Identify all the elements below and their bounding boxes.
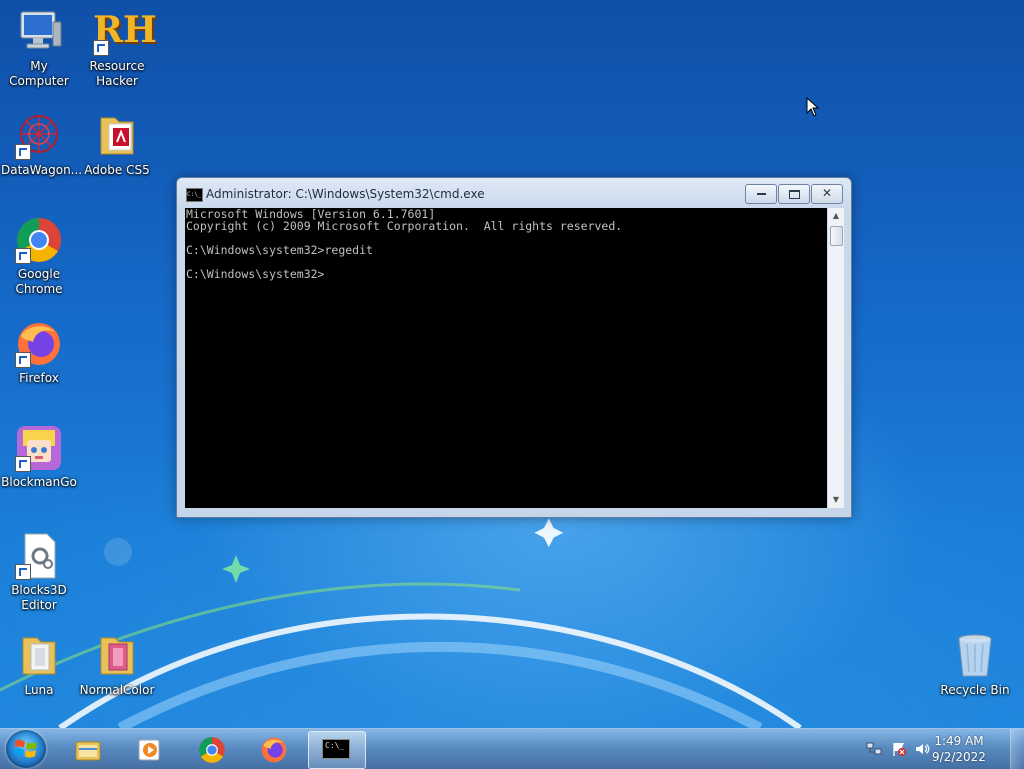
desktop-icon-label: Resource Hacker <box>89 59 145 88</box>
console-output[interactable]: Microsoft Windows [Version 6.1.7601] Cop… <box>185 208 827 508</box>
taskbar: C:\_ 1:49 AM 9/2/2022 <box>0 728 1024 769</box>
folder-icon <box>100 637 134 675</box>
desktop-icon-label: Google Chrome <box>15 267 63 296</box>
desktop-icon-recycle-bin[interactable]: Recycle Bin <box>937 632 1013 698</box>
media-player-icon <box>138 739 160 761</box>
show-desktop-button[interactable] <box>1010 729 1024 769</box>
desktop-icon-label: Blocks3D Editor <box>11 583 67 612</box>
cmd-icon: C:\_ <box>186 188 203 202</box>
close-icon: ✕ <box>821 186 833 200</box>
desktop-icon-datawagon[interactable]: DataWagon... <box>1 112 83 178</box>
shortcut-arrow-icon <box>15 248 31 264</box>
vertical-scrollbar[interactable]: ▲ ▼ <box>827 208 844 508</box>
chrome-icon <box>199 737 225 763</box>
scroll-down-icon[interactable]: ▼ <box>828 492 844 508</box>
cmd-window-titlebar[interactable]: C:\_ Administrator: C:\Windows\System32\… <box>177 178 851 208</box>
taskbar-explorer-button[interactable] <box>60 731 116 767</box>
desktop-icon-blockmango[interactable]: BlockmanGo <box>1 424 77 490</box>
explorer-icon <box>75 741 101 761</box>
desktop-icon-adobe-cs5[interactable]: Adobe CS5 <box>79 112 155 178</box>
maximize-button[interactable] <box>778 184 810 204</box>
desktop-icon-label: Luna <box>24 683 54 697</box>
shortcut-arrow-icon <box>15 456 31 472</box>
desktop-icon-label: BlockmanGo <box>1 475 77 489</box>
folder-icon <box>100 117 134 155</box>
desktop-icon-blocks3d-editor[interactable]: Blocks3D Editor <box>1 532 77 613</box>
network-icon[interactable] <box>866 741 882 757</box>
firefox-icon <box>261 737 287 763</box>
action-center-flag-icon[interactable] <box>891 741 907 757</box>
minimize-icon <box>756 193 766 195</box>
clock-date: 9/2/2022 <box>932 750 986 764</box>
console-prompt: C:\Windows\system32> <box>186 267 325 281</box>
desktop-icon-label: NormalColor <box>79 683 155 697</box>
desktop-icon-luna[interactable]: Luna <box>1 632 77 698</box>
desktop-icon-normalcolor[interactable]: NormalColor <box>79 632 155 698</box>
cmd-icon: C:\_ <box>322 739 350 759</box>
console-line: Copyright (c) 2009 Microsoft Corporation… <box>186 219 623 233</box>
close-button[interactable]: ✕ <box>811 184 843 204</box>
mouse-cursor-icon <box>806 97 820 117</box>
taskbar-media-player-button[interactable] <box>122 731 178 767</box>
maximize-icon <box>788 189 800 199</box>
folder-icon <box>22 637 56 675</box>
desktop-icon-resource-hacker[interactable]: RH Resource Hacker <box>79 8 156 89</box>
shortcut-arrow-icon <box>15 564 31 580</box>
taskbar-chrome-button[interactable] <box>184 731 240 767</box>
recycle-bin-icon <box>958 634 992 677</box>
console-line: C:\Windows\system32>regedit <box>186 243 373 257</box>
window-title: Administrator: C:\Windows\System32\cmd.e… <box>206 187 485 201</box>
windows-logo-icon <box>14 739 37 758</box>
taskbar-cmd-button[interactable]: C:\_ <box>308 731 366 769</box>
desktop-icon-label: Adobe CS5 <box>84 163 150 177</box>
taskbar-firefox-button[interactable] <box>246 731 302 767</box>
desktop-icon-firefox[interactable]: Firefox <box>1 320 77 386</box>
minimize-button[interactable] <box>745 184 777 204</box>
taskbar-clock[interactable]: 1:49 AM 9/2/2022 <box>924 733 994 765</box>
start-button[interactable] <box>6 730 46 768</box>
desktop-icon-label: My Computer <box>9 59 69 88</box>
desktop-icon-label: DataWagon... <box>1 163 83 177</box>
desktop-icon-google-chrome[interactable]: Google Chrome <box>1 216 77 297</box>
desktop-icon-label: Recycle Bin <box>940 683 1010 697</box>
clock-time: 1:49 AM <box>934 734 984 748</box>
computer-icon <box>20 11 62 49</box>
shortcut-arrow-icon <box>15 352 31 368</box>
scroll-thumb[interactable] <box>830 226 843 246</box>
shortcut-arrow-icon <box>15 144 31 160</box>
cmd-window[interactable]: C:\_ Administrator: C:\Windows\System32\… <box>176 177 852 518</box>
desktop-icon-my-computer[interactable]: My Computer <box>1 8 77 89</box>
desktop-icon-label: Firefox <box>19 371 59 385</box>
shortcut-arrow-icon <box>93 40 109 56</box>
scroll-up-icon[interactable]: ▲ <box>828 208 844 224</box>
